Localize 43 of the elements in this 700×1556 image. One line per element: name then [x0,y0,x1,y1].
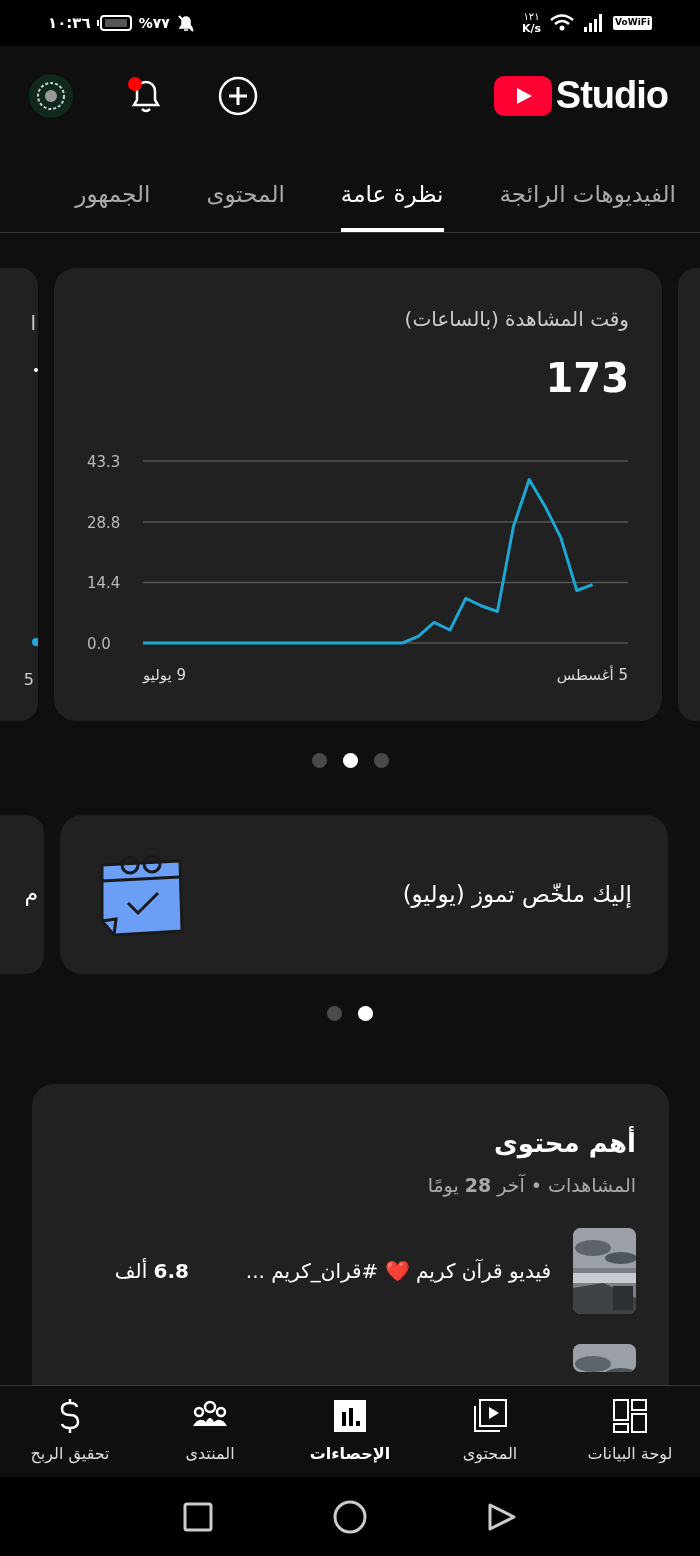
bell-off-icon [175,13,196,33]
bar-chart-icon[interactable] [332,1397,368,1434]
wifi-icon [549,13,576,33]
home-icon[interactable] [333,1499,367,1534]
vowifi-badge: VoWiFi [613,16,652,30]
video-title[interactable]: فيديو قرآن كريم ❤ #قران_كريم ... [211,1255,551,1286]
card-text: إليك ملخّص تموز (يوليو) [402,880,632,910]
tab[interactable]: الفيديوهات الرائجة [499,145,676,232]
video-library-icon[interactable] [472,1397,508,1434]
nav-label[interactable]: تحقيق الربح [30,1441,110,1466]
tab[interactable]: المحتوى [206,145,285,232]
nav-label[interactable]: المنتدى [185,1441,235,1466]
section-title: أهم محتوى [493,1125,636,1161]
axis-tick-label: 14.4 [87,574,121,593]
card-title: وقت المشاهدة (بالساعات) [404,306,629,333]
battery-percent: %٧٧ [138,13,170,33]
nav-label[interactable]: لوحة البيانات [587,1441,673,1466]
nav-label[interactable]: المحتوى [462,1441,518,1466]
recents-icon[interactable] [183,1501,213,1532]
battery-icon [96,14,133,32]
tab[interactable]: نظرة عامة [340,145,444,232]
add-icon[interactable] [218,75,258,116]
nav-label[interactable]: الإحصاءات [309,1441,391,1466]
value-mark [34,368,38,372]
card-text: م [24,880,38,908]
tab[interactable]: الجمهور [75,145,151,232]
network-speed: ١٢١ [523,11,540,23]
play-logo-icon [493,75,552,116]
axis-tick-label: 28.8 [87,513,121,532]
card-title: ا [30,310,36,337]
axis-tick-label: 5 أغسطس [556,666,628,684]
axis-tick-label: 0.0 [87,635,111,653]
axis-label: 5 [23,669,34,691]
summary-card[interactable]: إليك ملخّص تموز (يوليو) [60,815,668,974]
clock-time: ١٠:٣٦ [48,12,91,34]
axis-tick-label: 9 يوليو [143,666,187,684]
studio-logo-text: Studio [555,73,668,118]
speed-unit: K/s [522,23,542,35]
axis-tick-label: 43.3 [87,453,121,471]
avatar[interactable] [28,72,74,119]
dashboard-icon[interactable] [612,1397,648,1434]
metric-value: 173 [545,354,629,403]
back-icon[interactable] [487,1501,517,1532]
